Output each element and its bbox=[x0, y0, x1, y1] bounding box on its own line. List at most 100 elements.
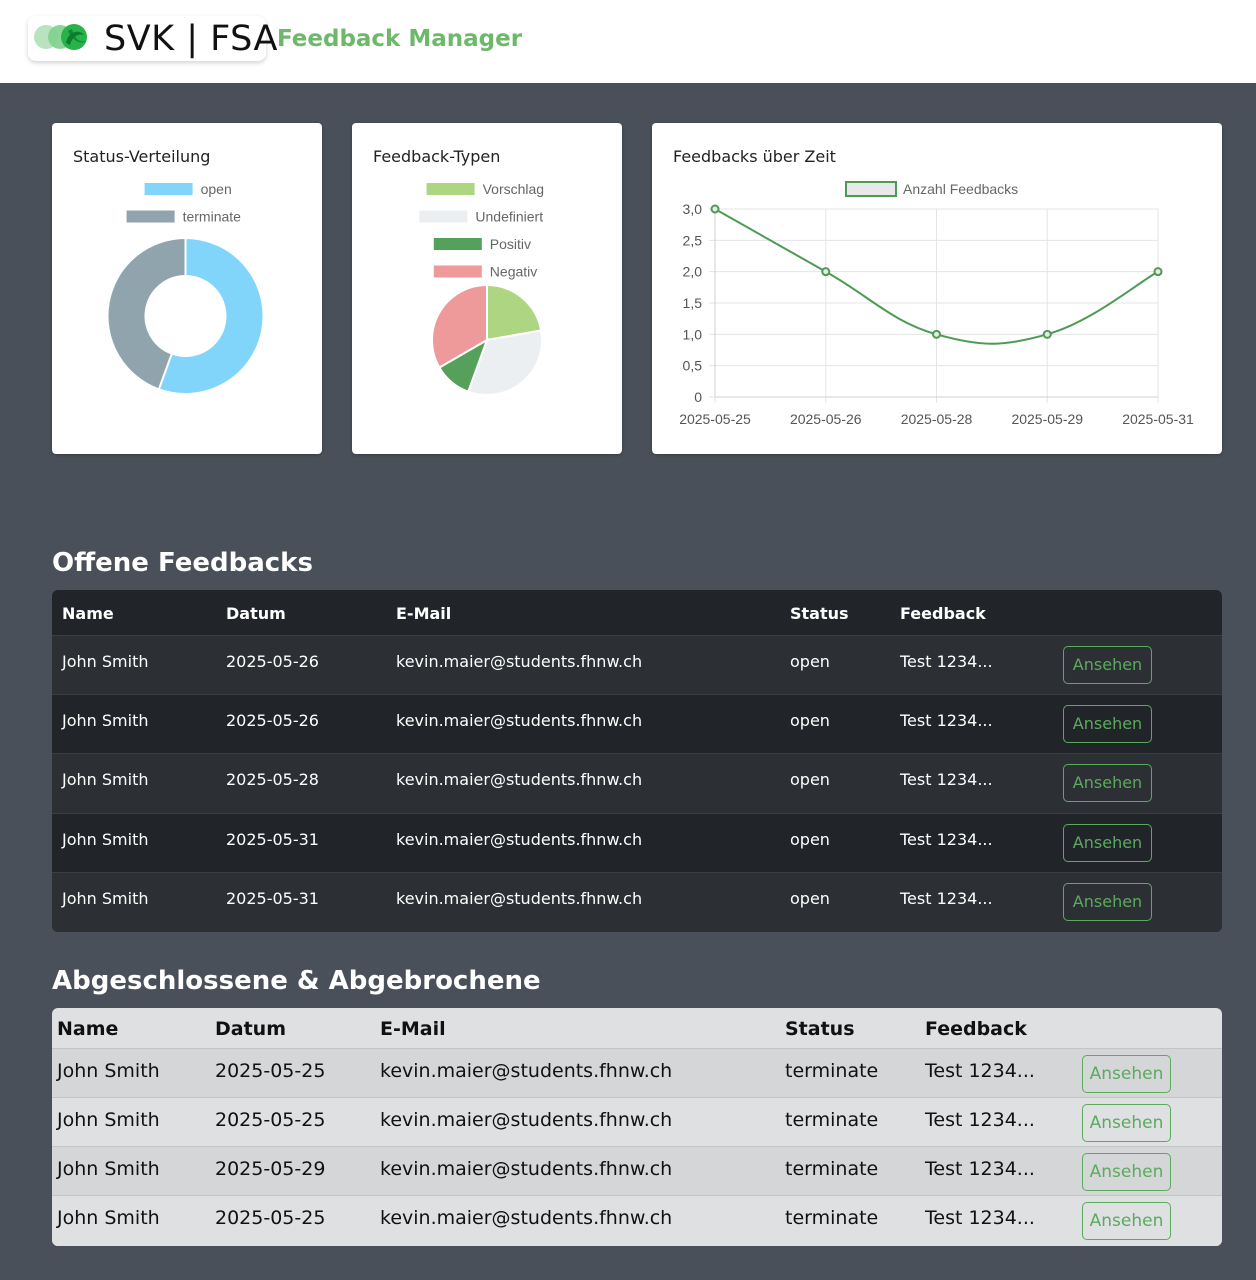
cell-email: kevin.maier@students.fhnw.ch bbox=[396, 889, 643, 908]
view-button[interactable]: Ansehen bbox=[1063, 705, 1152, 743]
top-header: SVK | FSA Feedback Manager bbox=[0, 0, 1256, 83]
y-tick-label: 0 bbox=[694, 389, 702, 405]
data-point bbox=[821, 267, 831, 277]
cell-name: John Smith bbox=[62, 889, 149, 908]
y-tick-label: 1,5 bbox=[683, 295, 703, 311]
cell-status: terminate bbox=[785, 1207, 879, 1229]
cell-email: kevin.maier@students.fhnw.ch bbox=[380, 1158, 673, 1180]
legend-swatch bbox=[144, 183, 193, 195]
cell-email: kevin.maier@students.fhnw.ch bbox=[396, 652, 643, 671]
cell-name: John Smith bbox=[62, 711, 149, 730]
column-header-name: Name bbox=[57, 1018, 119, 1040]
legend-label: Vorschlag bbox=[483, 181, 544, 197]
open-feedbacks-heading: Offene Feedbacks bbox=[52, 548, 313, 578]
x-tick-label: 2025-05-31 bbox=[1122, 411, 1194, 427]
data-point bbox=[1153, 267, 1163, 277]
legend-label: Anzahl Feedbacks bbox=[903, 181, 1018, 197]
status-distribution-card: Status-Verteilung open terminate bbox=[52, 123, 322, 454]
cell-email: kevin.maier@students.fhnw.ch bbox=[380, 1207, 673, 1229]
cell-status: open bbox=[790, 652, 830, 671]
view-button[interactable]: Ansehen bbox=[1082, 1153, 1171, 1191]
view-button[interactable]: Ansehen bbox=[1082, 1202, 1171, 1240]
logo-mark-icon bbox=[34, 24, 87, 50]
table-row: John Smith 2025-05-31 kevin.maier@studen… bbox=[52, 873, 1222, 932]
view-button[interactable]: Ansehen bbox=[1082, 1104, 1171, 1142]
x-tick-label: 2025-05-25 bbox=[679, 411, 751, 427]
data-point bbox=[710, 204, 720, 214]
column-header-feedback: Feedback bbox=[900, 604, 986, 623]
cell-name: John Smith bbox=[57, 1109, 160, 1131]
cell-email: kevin.maier@students.fhnw.ch bbox=[396, 770, 643, 789]
logo[interactable]: SVK | FSA bbox=[28, 16, 277, 61]
x-tick-label: 2025-05-26 bbox=[790, 411, 862, 427]
open-feedbacks-table: Name Datum E-Mail Status Feedback John S… bbox=[52, 590, 1222, 932]
table-header: Name Datum E-Mail Status Feedback bbox=[52, 590, 1222, 636]
logo-text: SVK | FSA bbox=[104, 19, 278, 59]
feedback-line-chart: Anzahl Feedbacks 0 0,5 1,0 1,5 2,0 2,5 3,0 2025-… bbox=[679, 181, 1194, 427]
cell-email: kevin.maier@students.fhnw.ch bbox=[396, 830, 643, 849]
column-header-email: E-Mail bbox=[380, 1018, 446, 1040]
view-button[interactable]: Ansehen bbox=[1063, 646, 1152, 684]
legend-label: open bbox=[201, 181, 232, 197]
cell-date: 2025-05-25 bbox=[215, 1109, 326, 1131]
cell-name: John Smith bbox=[57, 1207, 160, 1229]
closed-feedbacks-table: Name Datum E-Mail Status Feedback John S… bbox=[52, 1008, 1222, 1246]
app-title: Feedback Manager bbox=[277, 26, 523, 52]
cell-name: John Smith bbox=[62, 830, 149, 849]
table-row: John Smith 2025-05-31 kevin.maier@studen… bbox=[52, 814, 1222, 873]
cell-date: 2025-05-25 bbox=[215, 1207, 326, 1229]
column-header-date: Datum bbox=[215, 1018, 286, 1040]
legend-label: Undefiniert bbox=[475, 209, 543, 225]
feedback-over-time-card: Feedbacks über Zeit Anzahl Feedbacks 0 0,5… bbox=[652, 123, 1222, 454]
feedback-types-card: Feedback-Typen Vorschlag Undefiniert Posit… bbox=[352, 123, 622, 454]
cell-status: open bbox=[790, 770, 830, 789]
view-button[interactable]: Ansehen bbox=[1063, 883, 1152, 921]
table-row: John Smith 2025-05-28 kevin.maier@studen… bbox=[52, 754, 1222, 814]
cell-name: John Smith bbox=[62, 652, 149, 671]
x-tick-label: 2025-05-28 bbox=[901, 411, 973, 427]
status-doughnut-chart: open terminate bbox=[106, 181, 265, 395]
y-tick-label: 3,0 bbox=[683, 201, 703, 217]
column-header-status: Status bbox=[790, 604, 849, 623]
column-header-email: E-Mail bbox=[396, 604, 452, 623]
legend-label: Positiv bbox=[490, 236, 531, 252]
cell-status: terminate bbox=[785, 1060, 879, 1082]
view-button[interactable]: Ansehen bbox=[1082, 1055, 1171, 1093]
cell-feedback: Test 1234... bbox=[925, 1207, 1035, 1229]
closed-feedbacks-heading: Abgeschlossene & Abgebrochene bbox=[52, 966, 541, 996]
column-header-status: Status bbox=[785, 1018, 855, 1040]
data-point bbox=[1042, 329, 1052, 339]
column-header-date: Datum bbox=[226, 604, 286, 623]
cell-feedback: Test 1234... bbox=[925, 1109, 1035, 1131]
x-tick-label: 2025-05-29 bbox=[1011, 411, 1083, 427]
cell-feedback: Test 1234... bbox=[925, 1060, 1035, 1082]
cell-email: kevin.maier@students.fhnw.ch bbox=[396, 711, 643, 730]
table-row: John Smith 2025-05-25 kevin.maier@studen… bbox=[52, 1196, 1222, 1246]
feedback-types-pie-chart: Vorschlag Undefiniert Positiv Negativ bbox=[419, 181, 544, 396]
cell-name: John Smith bbox=[57, 1158, 160, 1180]
y-tick-label: 0,5 bbox=[683, 358, 703, 374]
y-tick-label: 2,5 bbox=[683, 232, 703, 248]
table-row: John Smith 2025-05-25 kevin.maier@studen… bbox=[52, 1098, 1222, 1147]
column-header-name: Name bbox=[62, 604, 114, 623]
cell-name: John Smith bbox=[57, 1060, 160, 1082]
table-row: John Smith 2025-05-26 kevin.maier@studen… bbox=[52, 695, 1222, 754]
y-tick-label: 2,0 bbox=[683, 264, 703, 280]
legend-swatch bbox=[126, 210, 175, 223]
view-button[interactable]: Ansehen bbox=[1063, 764, 1152, 802]
table-row: John Smith 2025-05-29 kevin.maier@studen… bbox=[52, 1147, 1222, 1196]
cell-name: John Smith bbox=[62, 770, 149, 789]
view-button[interactable]: Ansehen bbox=[1063, 824, 1152, 862]
table-row: John Smith 2025-05-26 kevin.maier@studen… bbox=[52, 636, 1222, 695]
cell-date: 2025-05-31 bbox=[226, 830, 319, 849]
cell-date: 2025-05-26 bbox=[226, 652, 319, 671]
cell-feedback: Test 1234... bbox=[900, 711, 993, 730]
data-point bbox=[932, 329, 941, 339]
cell-email: kevin.maier@students.fhnw.ch bbox=[380, 1109, 673, 1131]
legend-swatch bbox=[845, 181, 897, 197]
column-header-feedback: Feedback bbox=[925, 1018, 1027, 1040]
cell-date: 2025-05-29 bbox=[215, 1158, 326, 1180]
cell-status: open bbox=[790, 711, 830, 730]
cell-feedback: Test 1234... bbox=[900, 889, 993, 908]
cell-email: kevin.maier@students.fhnw.ch bbox=[380, 1060, 673, 1082]
